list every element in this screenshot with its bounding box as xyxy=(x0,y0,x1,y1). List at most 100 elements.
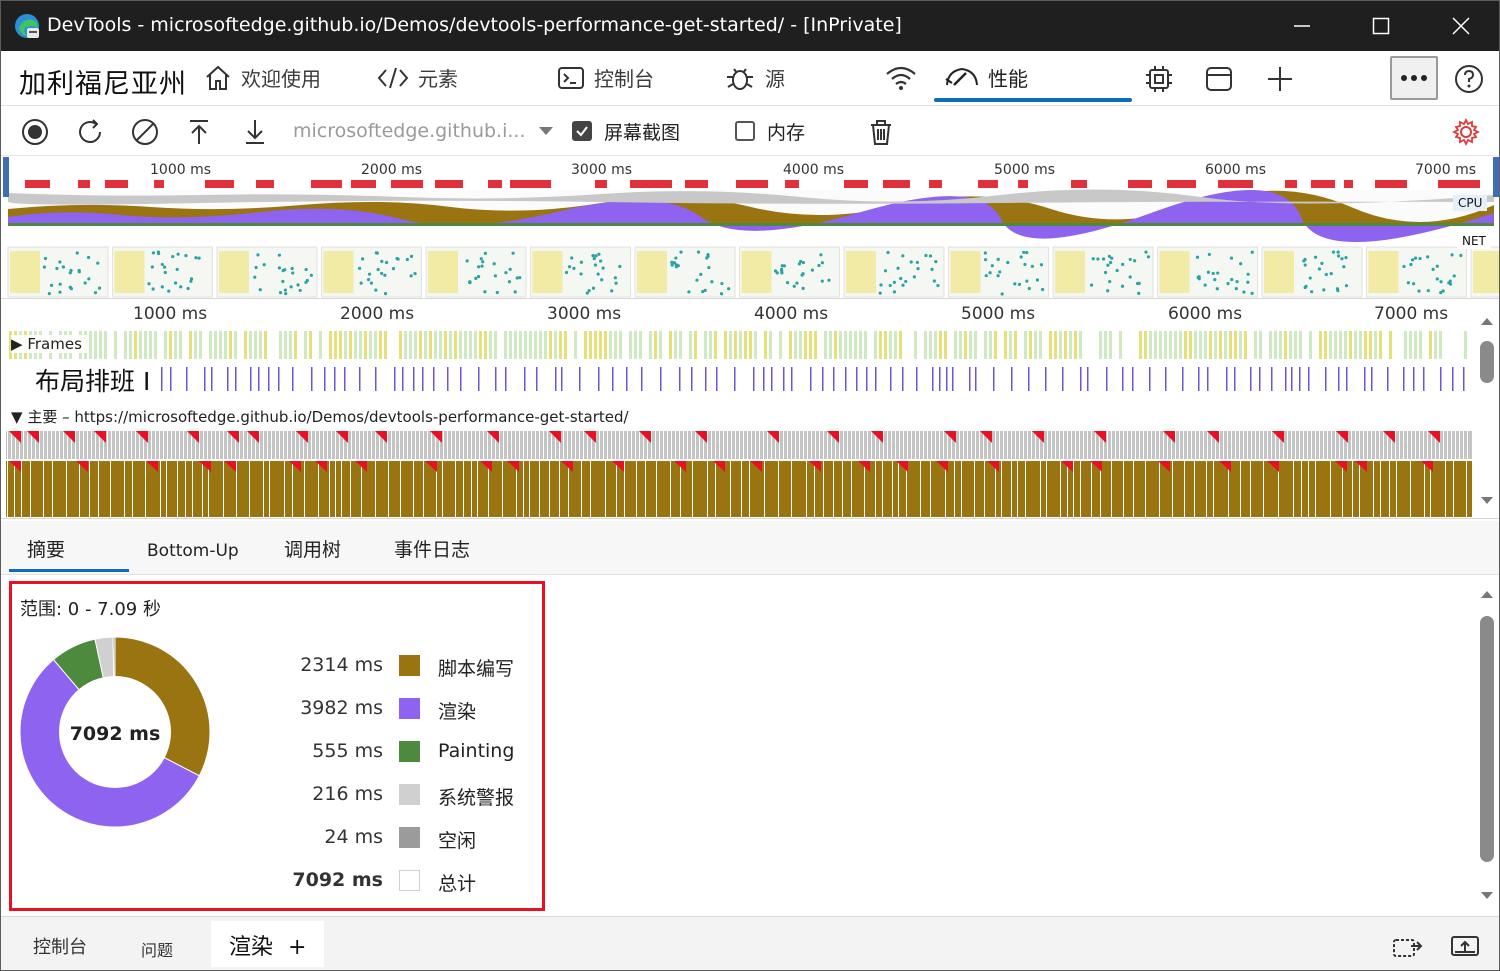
plus-icon[interactable]: + xyxy=(288,935,306,960)
long-task-marker xyxy=(510,180,551,188)
reload-record-button[interactable] xyxy=(73,115,107,149)
tab-sources[interactable]: 源 xyxy=(723,51,785,104)
legend-label: Painting xyxy=(438,740,515,762)
maximize-button[interactable] xyxy=(1361,9,1401,43)
legend-ms: 2314 ms xyxy=(300,654,383,676)
legend-swatch xyxy=(399,655,420,676)
minimize-button[interactable] xyxy=(1282,9,1322,43)
screenshot-thumbnail xyxy=(739,246,840,298)
legend-ms: 555 ms xyxy=(312,740,383,762)
frames-track-toggle[interactable]: ▶ Frames xyxy=(11,335,88,353)
legend-ms: 216 ms xyxy=(312,783,383,805)
expand-drawer-icon[interactable] xyxy=(1449,932,1481,960)
plus-icon xyxy=(1268,67,1292,91)
chevron-down-icon[interactable] xyxy=(538,126,554,136)
console-icon xyxy=(558,66,584,89)
bug-icon xyxy=(727,67,753,90)
help-icon xyxy=(1455,65,1483,93)
record-icon xyxy=(22,119,48,145)
home-icon xyxy=(206,65,230,90)
maximize-icon xyxy=(1372,17,1390,35)
save-profile-button[interactable] xyxy=(238,115,272,149)
tab-elements[interactable]: 元素 xyxy=(376,51,458,104)
drawer-tab-issues[interactable]: 问题 xyxy=(141,937,173,961)
recording-select[interactable]: microsoftedge.github.i... xyxy=(293,120,526,142)
main-tab-bar: 加利福尼亚州 欢迎使用 元素 控制台 源 性能 xyxy=(1,51,1499,106)
title-bar: DevTools - microsoftedge.github.io/Demos… xyxy=(1,1,1499,51)
long-task-marker xyxy=(1018,180,1028,188)
memory-tool-button[interactable] xyxy=(1141,61,1177,97)
legend-ms: 7092 ms xyxy=(292,869,383,891)
dock-icon[interactable] xyxy=(1391,932,1423,960)
legend-ms: 3982 ms xyxy=(300,697,383,719)
long-task-marker xyxy=(929,180,942,188)
upload-icon xyxy=(190,120,208,144)
record-button[interactable] xyxy=(18,115,52,149)
overview-canvas xyxy=(3,157,1499,298)
garbage-collect-button[interactable] xyxy=(864,115,898,149)
screenshots-checkbox[interactable] xyxy=(572,121,592,141)
clear-button[interactable] xyxy=(128,115,162,149)
screenshot-thumbnail xyxy=(530,246,631,298)
tab-event-log[interactable]: 事件日志 xyxy=(394,535,470,562)
flame-chart[interactable]: 1000 ms 2000 ms 3000 ms 4000 ms 5000 ms … xyxy=(1,299,1499,519)
tab-bottom-up[interactable]: Bottom-Up xyxy=(147,541,239,561)
screenshots-label: 屏幕截图 xyxy=(604,122,681,144)
tab-performance[interactable]: 性能 xyxy=(944,51,1028,104)
legend-row-scripting: 2314 ms 脚本编写 xyxy=(281,652,541,682)
frames-track-label: Frames xyxy=(27,335,82,353)
screenshot-thumbnail xyxy=(425,246,527,298)
long-task-marker xyxy=(391,180,423,188)
close-button[interactable] xyxy=(1441,9,1481,43)
more-tools-button[interactable] xyxy=(1262,61,1298,97)
long-task-marker xyxy=(978,180,998,188)
tab-summary[interactable]: 摘要 xyxy=(27,535,65,562)
drawer-tab-rendering[interactable]: 渲染 + xyxy=(211,921,325,967)
timeline-overview[interactable]: 1000 ms 2000 ms 3000 ms 4000 ms 5000 ms … xyxy=(1,157,1499,299)
tab-network[interactable] xyxy=(884,51,926,104)
tab-welcome[interactable]: 欢迎使用 xyxy=(203,51,321,104)
help-button[interactable] xyxy=(1451,61,1487,97)
reload-icon xyxy=(79,119,101,143)
long-task-marker xyxy=(1218,180,1253,188)
main-track-label: 主要 – https://microsoftedge.github.io/Dem… xyxy=(27,408,629,426)
capture-settings-button[interactable] xyxy=(1449,115,1483,149)
legend-ms: 24 ms xyxy=(324,826,383,848)
more-icon xyxy=(1401,75,1427,81)
legend-row-painting: 555 ms Painting xyxy=(281,738,541,768)
screenshot-thumbnail xyxy=(1261,246,1363,298)
long-task-marker xyxy=(1285,180,1297,188)
drawer-tab-console[interactable]: 控制台 xyxy=(33,933,87,959)
range-label: 范围: 0 - 7.09 秒 xyxy=(20,599,161,620)
long-task-marker xyxy=(154,180,164,188)
tab-console[interactable]: 控制台 xyxy=(556,51,654,104)
main-track-toggle[interactable]: ▼ 主要 – https://microsoftedge.github.io/D… xyxy=(11,406,635,427)
download-icon xyxy=(246,120,264,144)
flame-tick: 3000 ms xyxy=(547,304,622,324)
flame-scrollbar[interactable] xyxy=(1477,309,1497,514)
active-tab-indicator xyxy=(934,98,1132,102)
check-icon xyxy=(576,126,588,137)
overview-tick: 2000 ms xyxy=(361,162,423,178)
load-profile-button[interactable] xyxy=(182,115,216,149)
memory-checkbox[interactable] xyxy=(735,121,755,141)
customize-menu-button[interactable] xyxy=(1390,56,1438,100)
tab-console-label: 控制台 xyxy=(594,67,654,91)
expand-triangle-icon: ▶ xyxy=(11,335,23,353)
tab-welcome-label: 欢迎使用 xyxy=(241,67,321,91)
flame-tick: 5000 ms xyxy=(961,304,1036,324)
collapse-triangle-icon: ▼ xyxy=(11,408,23,426)
long-task-marker xyxy=(25,180,50,188)
summary-scrollbar[interactable] xyxy=(1477,586,1497,906)
edge-devtools-icon xyxy=(15,14,39,38)
overview-tick: 5000 ms xyxy=(994,162,1056,178)
performance-toolbar: microsoftedge.github.i... 屏幕截图 内存 xyxy=(1,106,1499,156)
window-icon xyxy=(1206,67,1232,91)
overview-tick: 6000 ms xyxy=(1205,162,1267,178)
application-tool-button[interactable] xyxy=(1201,61,1237,97)
tab-call-tree[interactable]: 调用树 xyxy=(284,535,341,562)
legend-swatch xyxy=(399,784,420,805)
overview-tick: 1000 ms xyxy=(150,162,212,178)
layout-track-label: 布局排班 I xyxy=(35,362,151,398)
legend-row-rendering: 3982 ms 渲染 xyxy=(281,695,541,725)
